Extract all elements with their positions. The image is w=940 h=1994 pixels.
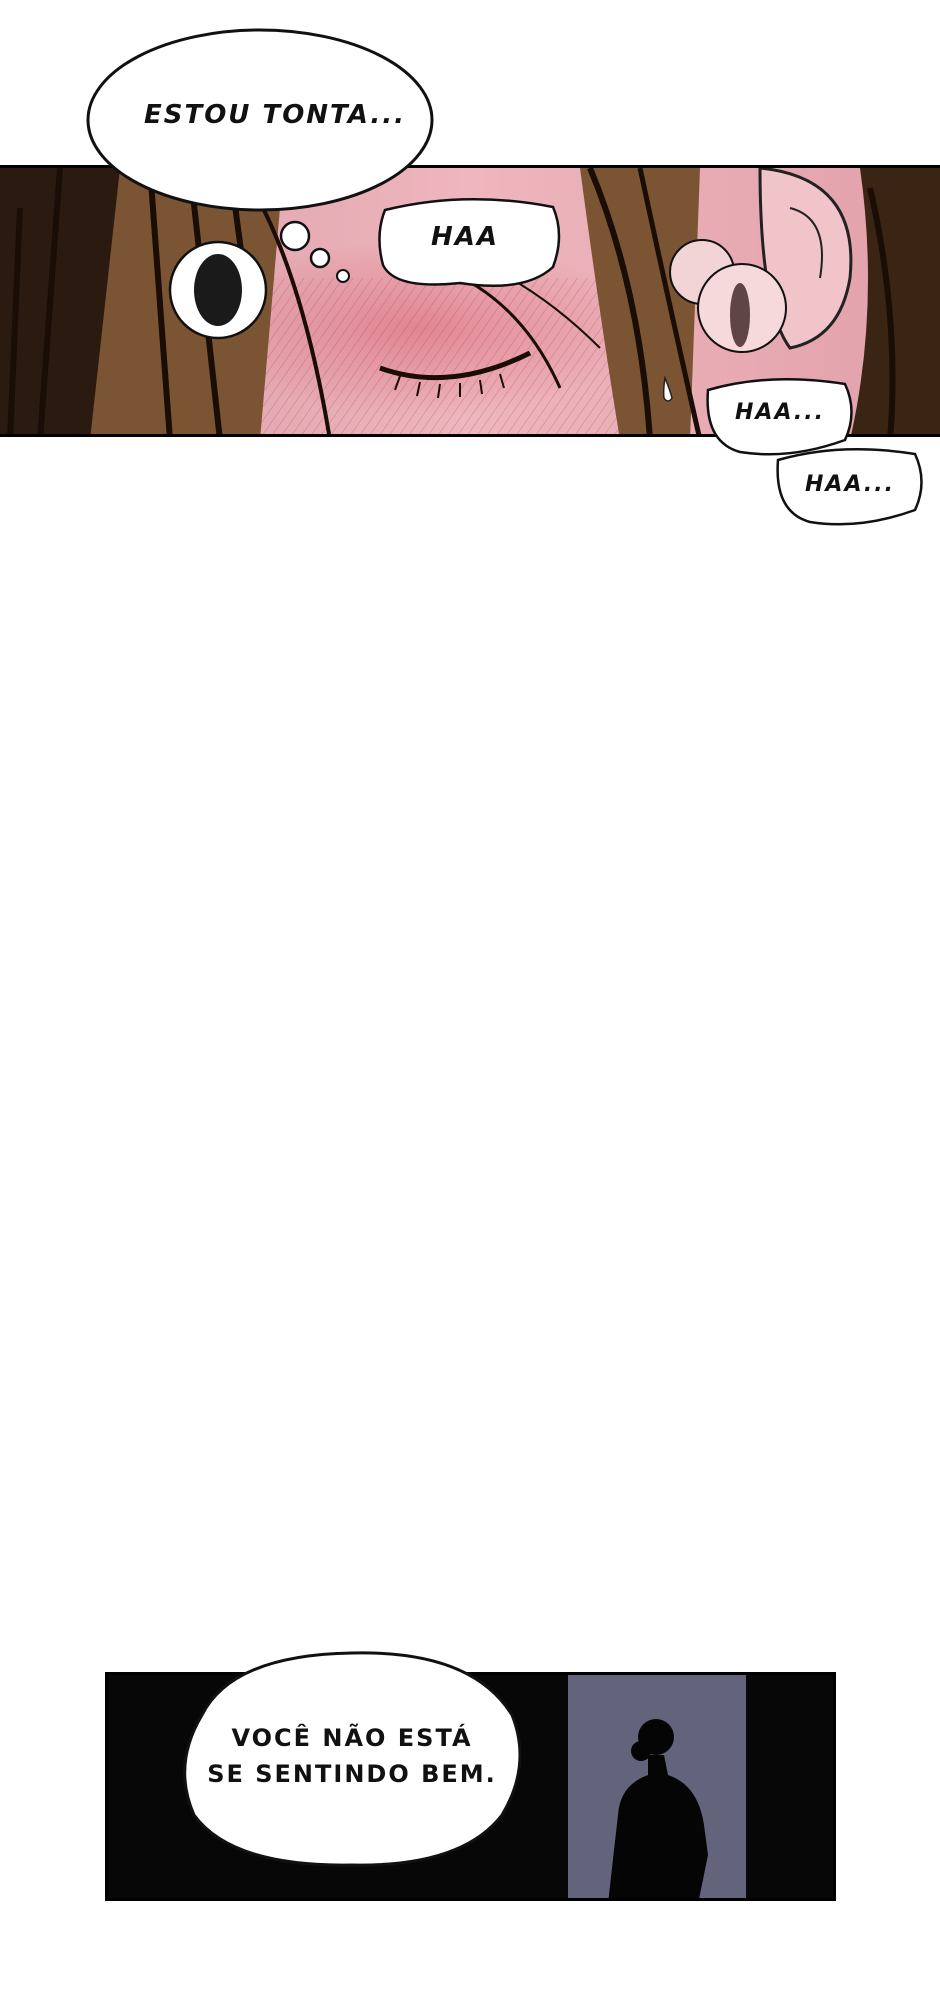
speech-bubble-text: VOCÊ NÃO ESTÁ SE SENTINDO BEM.	[172, 1720, 532, 1792]
speech-line-1: VOCÊ NÃO ESTÁ	[231, 1724, 473, 1752]
breath-bubble-1-text: HAA	[430, 222, 499, 252]
breath-bubble-3-text: HAA...	[805, 472, 895, 497]
breath-puff-circles	[669, 239, 787, 353]
breath-bubble-2-text: HAA...	[735, 400, 825, 425]
thought-trail-dots	[168, 220, 350, 340]
thought-bubble-text: ESTOU TONTA...	[143, 100, 407, 130]
speech-line-2: SE SENTINDO BEM.	[207, 1760, 497, 1788]
